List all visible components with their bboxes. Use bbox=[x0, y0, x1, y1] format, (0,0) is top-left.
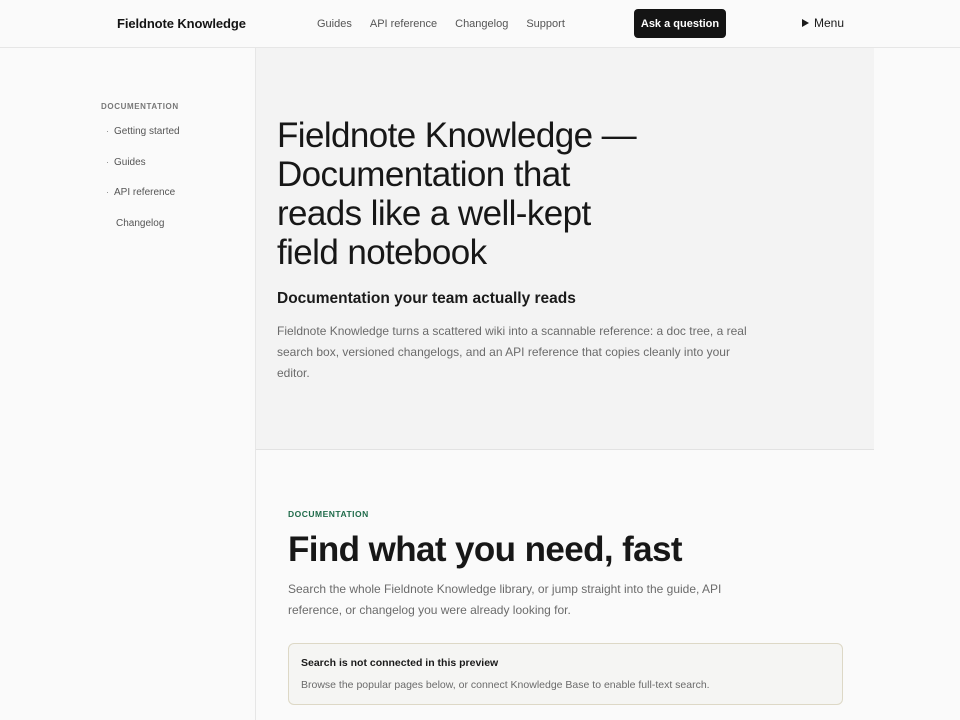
sidebar-item-label: API reference bbox=[114, 187, 176, 198]
bullet-icon: · bbox=[106, 187, 109, 197]
notice-title: Search is not connected in this preview bbox=[301, 657, 499, 669]
hero-subtitle: Documentation your team actually reads bbox=[277, 290, 576, 307]
sidebar-item-getting-started[interactable]: · Getting started bbox=[106, 126, 180, 157]
bullet-icon: · bbox=[106, 126, 109, 136]
nav-link-guides[interactable]: Guides bbox=[317, 18, 352, 30]
hero-section: Fieldnote Knowledge — Documentation that… bbox=[256, 48, 874, 450]
docs-description: Search the whole Fieldnote Knowledge lib… bbox=[288, 582, 722, 617]
menu-label: Menu bbox=[814, 16, 845, 30]
nav-link-support[interactable]: Support bbox=[526, 18, 565, 30]
hero-description: Fieldnote Knowledge turns a scattered wi… bbox=[277, 324, 747, 380]
top-header: Fieldnote Knowledge Guides API reference… bbox=[0, 0, 960, 48]
hero-title: Fieldnote Knowledge — Documentation that… bbox=[277, 116, 637, 272]
docs-title: Find what you need, fast bbox=[288, 530, 683, 569]
notice-body: Browse the popular pages below, or conne… bbox=[301, 679, 710, 691]
sidebar-item-label: Changelog bbox=[116, 217, 165, 229]
page: Fieldnote Knowledge Guides API reference… bbox=[0, 0, 960, 720]
sidebar-item-label: Getting started bbox=[114, 126, 180, 137]
sidebar-item-changelog[interactable]: Changelog bbox=[106, 218, 180, 249]
top-nav: Guides API reference Changelog Support bbox=[317, 18, 583, 30]
sidebar-item-guides[interactable]: · Guides bbox=[106, 157, 180, 188]
sidebar-list: · Getting started · Guides · API referen… bbox=[106, 126, 180, 248]
bullet-icon: · bbox=[106, 156, 109, 167]
nav-link-api-reference[interactable]: API reference bbox=[370, 18, 437, 30]
ask-question-button[interactable]: Ask a question bbox=[634, 9, 726, 38]
menu-button[interactable]: Menu bbox=[802, 16, 844, 30]
play-triangle-icon bbox=[802, 19, 809, 27]
sidebar-item-label: Guides bbox=[114, 156, 146, 168]
sidebar-item-api-reference[interactable]: · API reference bbox=[106, 187, 180, 218]
nav-link-changelog[interactable]: Changelog bbox=[455, 18, 508, 30]
sidebar-heading: DOCUMENTATION bbox=[101, 102, 179, 111]
brand-logo[interactable]: Fieldnote Knowledge bbox=[117, 16, 246, 31]
search-notice: Search is not connected in this preview … bbox=[288, 643, 843, 705]
docs-eyebrow: DOCUMENTATION bbox=[288, 509, 369, 519]
sidebar: DOCUMENTATION · Getting started · Guides… bbox=[0, 48, 256, 720]
